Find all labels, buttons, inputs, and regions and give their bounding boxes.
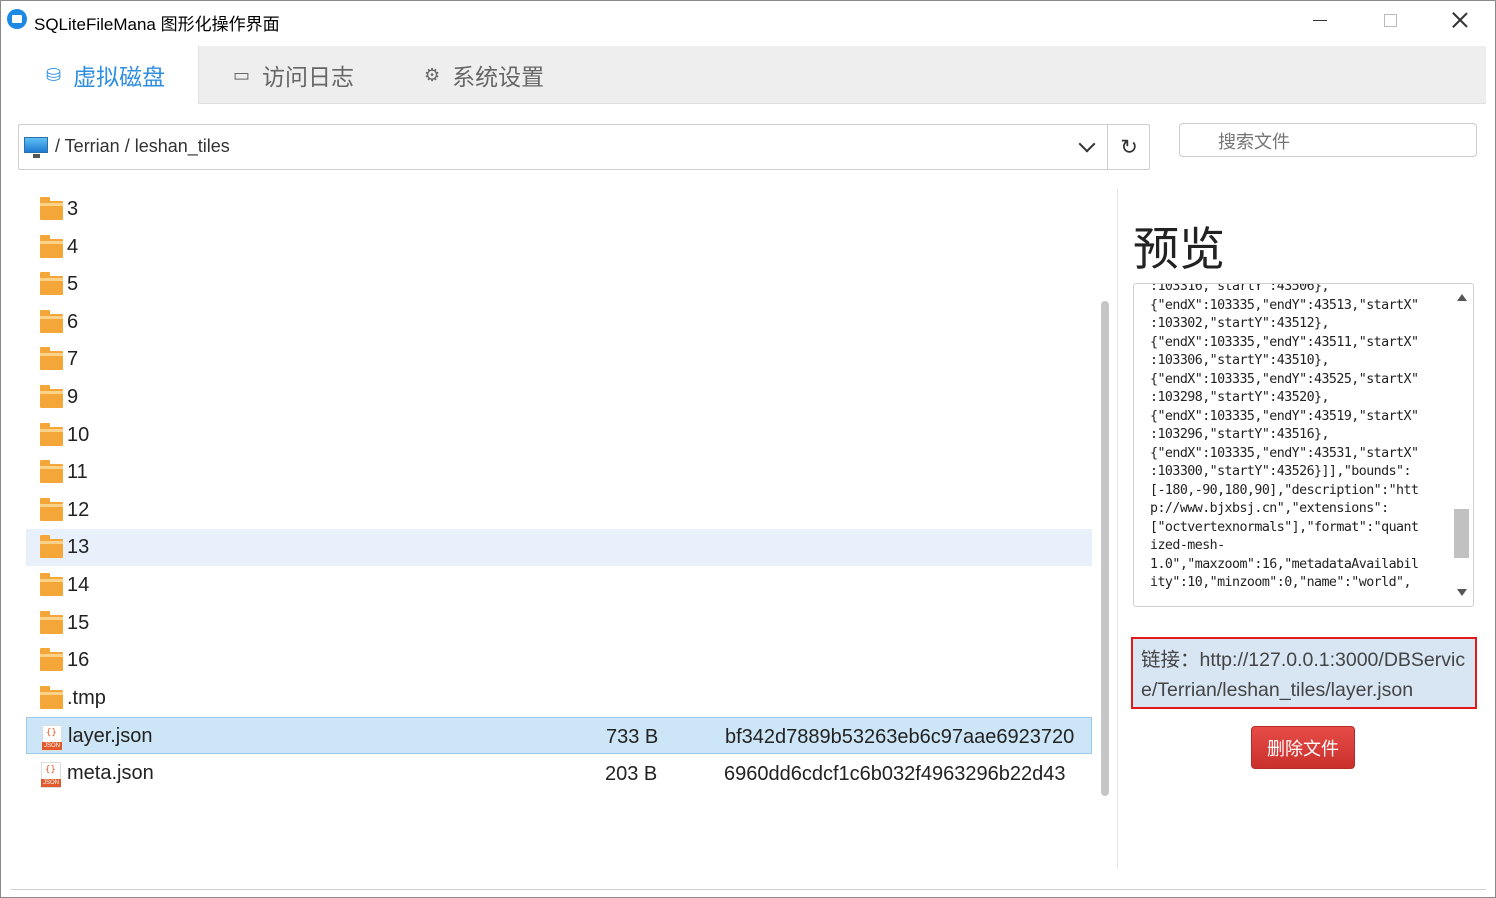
minimize-button[interactable] [1297, 1, 1343, 39]
path-dropdown-button[interactable] [1067, 125, 1107, 169]
file-name: .tmp [67, 687, 106, 709]
file-row[interactable]: 5 [26, 266, 1092, 303]
tab-label: 虚拟磁盘 [73, 64, 166, 90]
file-row[interactable]: .tmp [26, 680, 1092, 717]
file-row[interactable]: 11 [26, 454, 1092, 491]
delete-file-button[interactable]: 删除文件 [1251, 726, 1355, 769]
file-row[interactable]: 15 [26, 605, 1092, 642]
folder-icon [40, 573, 63, 596]
file-name: 3 [67, 198, 79, 220]
scroll-up-arrow-icon[interactable] [1457, 294, 1467, 301]
file-link[interactable]: 链接：http://127.0.0.1:3000/DBService/Terri… [1131, 637, 1477, 709]
file-name: 6 [67, 311, 79, 333]
search-input[interactable] [1179, 123, 1477, 157]
tab-system-settings[interactable]: ⚙ 系统设置 [424, 46, 544, 104]
scroll-down-arrow-icon[interactable] [1457, 589, 1467, 596]
file-row[interactable]: 6 [26, 304, 1092, 341]
folder-icon [40, 535, 63, 558]
file-row[interactable]: 16 [26, 642, 1092, 679]
preview-pane[interactable]: :103316,"startY":43506}, {"endX":103335,… [1133, 283, 1474, 607]
file-row[interactable]: 4 [26, 229, 1092, 266]
folder-icon [40, 460, 63, 483]
file-name: 12 [67, 499, 90, 521]
chevron-down-icon [1078, 135, 1096, 153]
file-name: 7 [67, 348, 79, 370]
tab-bar: ⛁ 虚拟磁盘 ▭ 访问日志 ⚙ 系统设置 [11, 46, 1486, 104]
computer-icon [24, 137, 48, 158]
monitor-icon: ▭ [233, 64, 251, 85]
close-button[interactable] [1437, 1, 1483, 39]
file-size: 733 B [606, 726, 659, 748]
refresh-icon: ↻ [1120, 135, 1138, 159]
preview-scroll-thumb[interactable] [1454, 509, 1469, 558]
file-row[interactable]: 7 [26, 341, 1092, 378]
file-row[interactable]: 10 [26, 417, 1092, 454]
refresh-button[interactable]: ↻ [1107, 125, 1150, 169]
file-name: 13 [67, 536, 90, 558]
folder-icon [40, 310, 63, 333]
file-list-scroll-thumb[interactable] [1101, 301, 1109, 796]
app-logo-icon [7, 9, 27, 29]
tab-label: 访问日志 [262, 64, 355, 90]
json-file-icon: {} JSON [41, 762, 61, 788]
file-hash: bf342d7889b53263eb6c97aae6923720 [725, 726, 1075, 748]
file-row[interactable]: 13 [26, 529, 1092, 566]
file-list: 3 4 5 6 7 9 10 11 12 13 14 15 16 .tmp{} JSON layer.json… [26, 191, 1092, 891]
folder-icon [40, 686, 63, 709]
file-row[interactable]: {} JSON layer.json 733 B bf342d7889b53263eb6… [26, 717, 1092, 754]
folder-icon [40, 197, 63, 220]
file-name: 11 [67, 461, 88, 483]
file-name: 16 [67, 649, 90, 671]
folder-icon [40, 272, 63, 295]
file-hash: 6960dd6cdcf1c6b032f4963296b22d43 [724, 763, 1066, 785]
folder-icon [40, 385, 63, 408]
preview-content: :103316,"startY":43506}, {"endX":103335,… [1150, 283, 1419, 590]
file-name: 5 [67, 273, 79, 295]
tab-access-log[interactable]: ▭ 访问日志 [233, 46, 354, 104]
file-row[interactable]: {} JSON meta.json 203 B 6960dd6cdcf1c6b032f4… [26, 755, 1092, 792]
file-name: layer.json [68, 725, 153, 747]
app-window: SQLiteFileMana 图形化操作界面 ⛁ 虚拟磁盘 ▭ 访问日志 ⚙ 系… [0, 0, 1496, 898]
file-row[interactable]: 3 [26, 191, 1092, 228]
file-name: 14 [67, 574, 90, 596]
maximize-button[interactable] [1367, 1, 1413, 39]
window-title: SQLiteFileMana 图形化操作界面 [34, 15, 280, 34]
close-icon [1452, 12, 1468, 28]
path-selector[interactable]: / Terrian / leshan_tiles ↻ [18, 124, 1150, 170]
folder-icon [40, 423, 63, 446]
folder-icon [40, 498, 63, 521]
panel-divider [1117, 189, 1118, 869]
maximize-icon [1383, 13, 1397, 27]
file-row[interactable]: 14 [26, 567, 1092, 604]
folder-icon [40, 611, 63, 634]
file-name: 15 [67, 612, 90, 634]
bottom-border [11, 889, 1486, 890]
file-name: 10 [67, 424, 90, 446]
tab-label: 系统设置 [452, 64, 545, 90]
folder-icon [40, 347, 63, 370]
file-row[interactable]: 12 [26, 492, 1092, 529]
file-name: meta.json [67, 762, 154, 784]
minimize-icon [1313, 19, 1327, 21]
drive-icon: ⛁ [46, 64, 62, 85]
folder-icon [40, 648, 63, 671]
title-bar: SQLiteFileMana 图形化操作界面 [1, 1, 1495, 39]
folder-icon [40, 235, 63, 258]
json-file-icon: {} JSON [42, 725, 62, 751]
file-row[interactable]: 9 [26, 379, 1092, 416]
file-size: 203 B [605, 763, 658, 785]
tab-virtual-disk[interactable]: ⛁ 虚拟磁盘 [11, 46, 199, 104]
file-name: 4 [67, 236, 79, 258]
gear-icon: ⚙ [424, 64, 441, 85]
current-path: / Terrian / leshan_tiles [55, 136, 230, 156]
preview-heading: 预览 [1133, 223, 1225, 275]
file-name: 9 [67, 386, 79, 408]
